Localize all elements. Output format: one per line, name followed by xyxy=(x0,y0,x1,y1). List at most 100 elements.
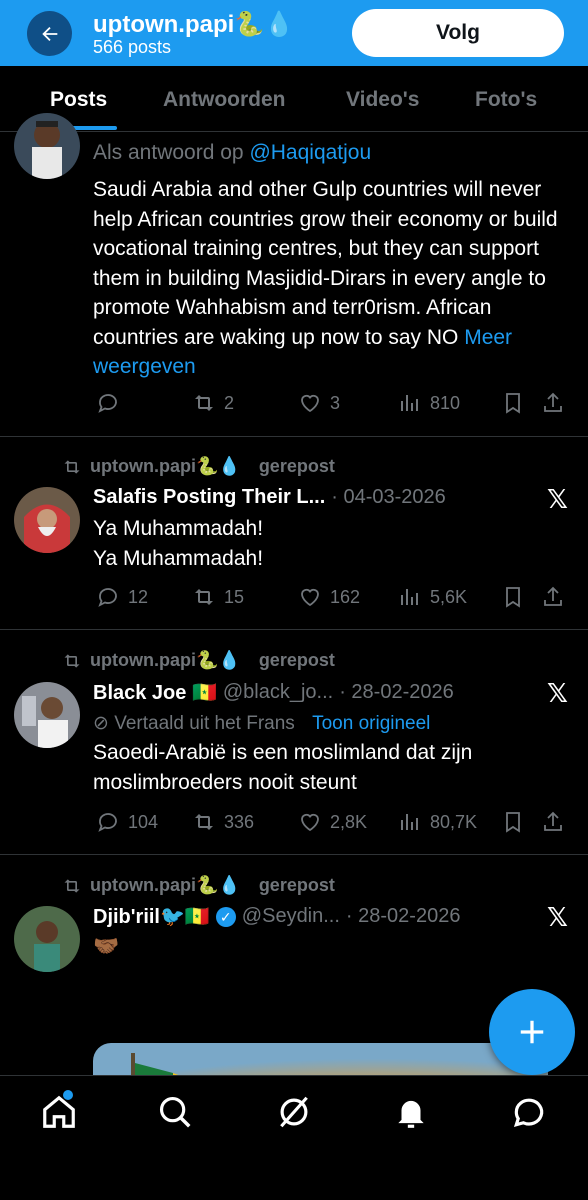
reply-to-link[interactable]: @Haqiqatjou xyxy=(249,141,371,164)
plus-icon xyxy=(520,1020,544,1044)
tweet-text: 🤝🏾 xyxy=(93,935,120,958)
reposted-by[interactable]: uptown.papi🐍💧 xyxy=(90,650,241,671)
repost-button[interactable]: 2 xyxy=(192,390,234,416)
reply-icon xyxy=(98,588,117,607)
tweet-date[interactable]: · 28-02-2026 xyxy=(339,681,454,704)
bookmark-button[interactable] xyxy=(501,390,525,416)
reply-icon xyxy=(98,813,117,832)
heart-icon xyxy=(301,394,319,413)
messages-icon[interactable] xyxy=(510,1093,548,1131)
repost-icon xyxy=(195,589,213,605)
reply-count: 104 xyxy=(128,811,159,832)
home-icon[interactable] xyxy=(40,1093,78,1131)
heart-icon xyxy=(301,813,319,832)
like-count: 162 xyxy=(330,586,361,607)
views-icon xyxy=(401,395,418,411)
views-button[interactable]: 5,6K xyxy=(398,584,467,610)
tab-posts[interactable]: Posts xyxy=(50,88,107,112)
repost-context: uptown.papi🐍💧 gerepost xyxy=(62,650,335,671)
show-original-link[interactable]: Toon origineel xyxy=(312,713,430,734)
post-count: 566 posts xyxy=(93,37,172,57)
repost-icon xyxy=(195,395,213,411)
translated-label: Vertaald uit het Frans xyxy=(114,713,295,734)
bookmark-icon xyxy=(506,812,520,833)
repost-count: 336 xyxy=(224,811,255,832)
share-button[interactable] xyxy=(541,809,565,835)
repost-count: 15 xyxy=(224,586,245,607)
like-button[interactable]: 162 xyxy=(298,584,360,610)
tab-photos[interactable]: Foto's xyxy=(475,88,537,112)
x-logo-icon: 𝕏 xyxy=(547,902,568,932)
reply-button[interactable]: 104 xyxy=(96,809,158,835)
like-count: 3 xyxy=(330,392,341,413)
notification-dot xyxy=(63,1090,73,1100)
profile-header: uptown.papi🐍💧 566 posts Volg xyxy=(0,0,588,66)
translate-icon: ⊘ xyxy=(93,713,115,734)
follow-button[interactable]: Volg xyxy=(352,9,564,57)
avatar[interactable] xyxy=(14,906,80,972)
views-button[interactable]: 810 xyxy=(398,390,460,416)
repost-icon xyxy=(195,814,213,830)
x-logo-icon: 𝕏 xyxy=(547,678,568,708)
repost-context: uptown.papi🐍💧 gerepost xyxy=(62,875,335,896)
repost-button[interactable]: 336 xyxy=(192,809,254,835)
share-icon xyxy=(544,392,562,412)
tweet-line: Ya Muhammadah! xyxy=(93,517,264,540)
author-name[interactable]: Black Joe 🇸🇳 xyxy=(93,680,217,705)
views-button[interactable]: 80,7K xyxy=(398,809,477,835)
tweet-date[interactable]: · 28-02-2026 xyxy=(346,905,461,928)
tweet-text: Ya Muhammadah! Ya Muhammadah! xyxy=(93,514,568,573)
reply-count: 12 xyxy=(128,586,149,607)
bookmark-button[interactable] xyxy=(501,809,525,835)
arrow-left-icon xyxy=(41,26,57,41)
avatar[interactable] xyxy=(14,487,80,553)
tweet-actions: 104 336 2,8K 80,7K xyxy=(93,809,573,835)
reposted-by[interactable]: uptown.papi🐍💧 xyxy=(90,456,241,477)
bookmark-button[interactable] xyxy=(501,584,525,610)
reply-button[interactable]: 12 xyxy=(96,584,148,610)
back-button[interactable] xyxy=(27,11,72,56)
view-count: 80,7K xyxy=(430,811,478,832)
share-icon xyxy=(544,586,562,606)
avatar[interactable] xyxy=(14,682,80,748)
author-handle[interactable]: @black_jo... xyxy=(223,681,333,704)
share-button[interactable] xyxy=(541,584,565,610)
like-count: 2,8K xyxy=(330,811,368,832)
author-name[interactable]: Djib'riil🐦🇸🇳 xyxy=(93,904,210,929)
like-button[interactable]: 3 xyxy=(298,390,340,416)
bookmark-icon xyxy=(506,587,520,608)
tweet-body: Saudi Arabia and other Gulp countries wi… xyxy=(93,178,558,349)
share-icon xyxy=(544,811,562,831)
profile-name: uptown.papi🐍💧 xyxy=(93,11,295,38)
tweet-1[interactable]: Als antwoord op @Haqiqatjou Saudi Arabia… xyxy=(0,113,588,437)
grok-icon[interactable] xyxy=(275,1093,313,1131)
verified-badge-icon: ✓ xyxy=(215,906,236,927)
repost-icon xyxy=(64,459,80,474)
views-icon xyxy=(401,589,418,605)
x-logo-icon: 𝕏 xyxy=(547,484,568,514)
like-button[interactable]: 2,8K xyxy=(298,809,367,835)
tab-videos[interactable]: Video's xyxy=(346,88,419,112)
author-name[interactable]: Salafis Posting Their L... xyxy=(93,486,325,509)
search-icon[interactable] xyxy=(156,1093,194,1131)
author-line: Black Joe 🇸🇳 @black_jo... · 28-02-2026 xyxy=(93,680,454,705)
repost-icon xyxy=(64,653,80,668)
repost-icon xyxy=(64,878,80,893)
tweet-line: Ya Muhammadah! xyxy=(93,546,264,570)
view-count: 5,6K xyxy=(430,586,468,607)
tweet-3[interactable]: uptown.papi🐍💧 gerepost Black Joe 🇸🇳 @bla… xyxy=(0,630,588,855)
author-line: Salafis Posting Their L... · 04-03-2026 xyxy=(93,486,446,509)
profile-tabs: Posts Antwoorden Video's Foto's xyxy=(0,66,588,132)
repost-button[interactable]: 15 xyxy=(192,584,244,610)
tweet-date[interactable]: · 04-03-2026 xyxy=(331,486,446,509)
notifications-icon[interactable] xyxy=(392,1093,430,1131)
tab-replies[interactable]: Antwoorden xyxy=(163,88,285,112)
avatar[interactable] xyxy=(14,113,80,179)
author-handle[interactable]: @Seydin... xyxy=(242,905,340,928)
tweet-text: Saoedi-Arabië is een moslimland dat zijn… xyxy=(93,741,473,794)
reply-button[interactable] xyxy=(96,390,128,416)
compose-button[interactable] xyxy=(489,989,575,1075)
share-button[interactable] xyxy=(541,390,565,416)
tweet-2[interactable]: uptown.papi🐍💧 gerepost Salafis Posting T… xyxy=(0,437,588,630)
reposted-by[interactable]: uptown.papi🐍💧 xyxy=(90,875,241,896)
